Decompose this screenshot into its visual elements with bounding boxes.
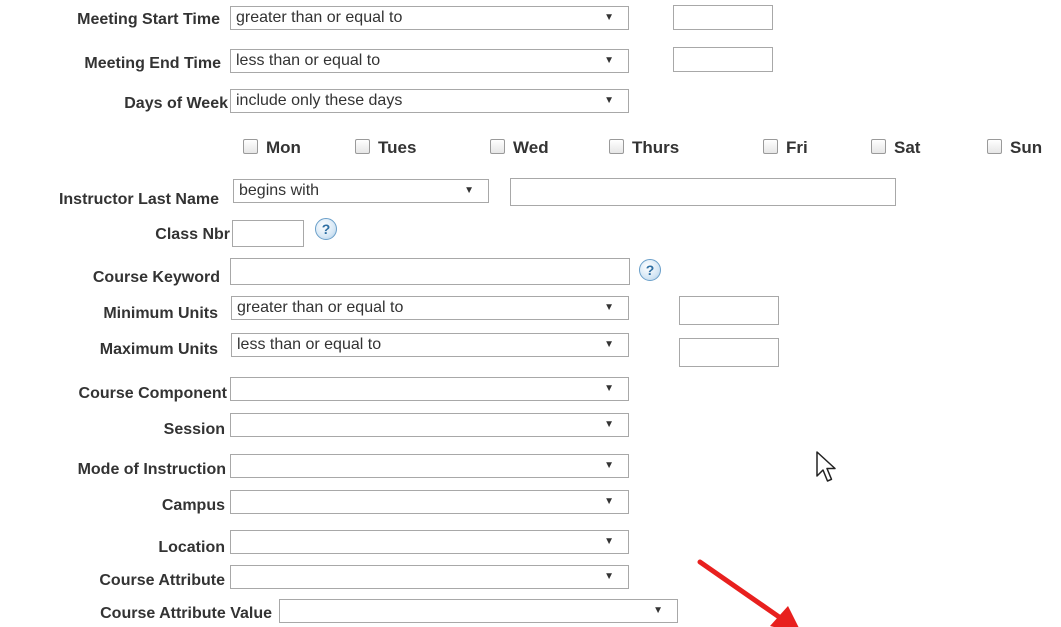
day-label-mon: Mon <box>266 138 301 157</box>
day-label-sun: Sun <box>1010 138 1043 157</box>
day-checkbox-fri[interactable]: Fri <box>763 137 808 159</box>
instructor-last-name-operator-value: begins with <box>239 182 320 199</box>
session-select[interactable]: ▼ <box>230 413 629 437</box>
day-label-tues: Tues <box>378 138 417 157</box>
course-attribute-value-select[interactable]: ▼ <box>279 599 678 623</box>
meeting-start-time-operator-select[interactable]: greater than or equal to ▼ <box>230 6 629 30</box>
dropdown-arrow-icon: ▼ <box>604 55 614 66</box>
day-label-fri: Fri <box>786 138 808 157</box>
meeting-end-time-operator-value: less than or equal to <box>236 52 381 69</box>
class-search-criteria-form: Meeting Start Time greater than or equal… <box>0 0 1061 627</box>
meeting-end-time-operator-select[interactable]: less than or equal to ▼ <box>230 49 629 73</box>
days-of-week-label: Days of Week <box>124 95 228 112</box>
dropdown-arrow-icon: ▼ <box>653 605 663 616</box>
dropdown-arrow-icon: ▼ <box>604 12 614 23</box>
course-keyword-label: Course Keyword <box>92 269 220 286</box>
meeting-end-time-label: Meeting End Time <box>84 55 221 72</box>
checkbox-icon[interactable] <box>763 138 778 154</box>
location-select[interactable]: ▼ <box>230 530 629 554</box>
course-attribute-label: Course Attribute <box>99 572 225 589</box>
checkbox-icon[interactable] <box>871 138 886 154</box>
help-question-icon[interactable]: ? <box>639 259 661 281</box>
dropdown-arrow-icon: ▼ <box>604 460 614 471</box>
checkbox-icon[interactable] <box>243 138 258 154</box>
maximum-units-operator-select[interactable]: less than or equal to ▼ <box>231 333 629 357</box>
course-keyword-input[interactable] <box>230 258 630 285</box>
class-nbr-input[interactable] <box>232 220 304 247</box>
day-label-sat: Sat <box>894 138 921 157</box>
minimum-units-input[interactable] <box>679 296 779 325</box>
course-component-select[interactable]: ▼ <box>230 377 629 401</box>
day-checkbox-sat[interactable]: Sat <box>871 137 920 159</box>
mouse-pointer-icon <box>816 451 836 482</box>
day-label-wed: Wed <box>513 138 549 157</box>
meeting-start-time-label: Meeting Start Time <box>77 11 220 28</box>
dropdown-arrow-icon: ▼ <box>604 496 614 507</box>
help-question-icon[interactable]: ? <box>315 218 337 240</box>
dropdown-arrow-icon: ▼ <box>464 185 474 196</box>
course-component-label: Course Component <box>78 385 227 402</box>
dropdown-arrow-icon: ▼ <box>604 95 614 106</box>
class-nbr-label: Class Nbr <box>155 226 230 243</box>
day-checkbox-wed[interactable]: Wed <box>490 137 549 159</box>
mode-of-instruction-label: Mode of Instruction <box>77 461 226 478</box>
session-label: Session <box>163 421 225 438</box>
dropdown-arrow-icon: ▼ <box>604 419 614 430</box>
days-of-week-operator-value: include only these days <box>236 92 403 109</box>
minimum-units-operator-select[interactable]: greater than or equal to ▼ <box>231 296 629 320</box>
dropdown-arrow-icon: ▼ <box>604 571 614 582</box>
meeting-start-time-input[interactable] <box>673 5 773 30</box>
red-arrow-icon <box>697 559 799 627</box>
checkbox-icon[interactable] <box>490 138 505 154</box>
campus-label: Campus <box>161 497 225 514</box>
day-checkbox-mon[interactable]: Mon <box>243 137 301 159</box>
minimum-units-label: Minimum Units <box>103 305 218 322</box>
mode-of-instruction-select[interactable]: ▼ <box>230 454 629 478</box>
location-label: Location <box>158 539 225 556</box>
day-checkbox-thurs[interactable]: Thurs <box>609 137 679 159</box>
day-label-thurs: Thurs <box>632 138 680 157</box>
instructor-last-name-label: Instructor Last Name <box>58 191 219 208</box>
maximum-units-operator-value: less than or equal to <box>237 336 382 353</box>
meeting-start-time-operator-value: greater than or equal to <box>236 9 403 26</box>
day-checkbox-tues[interactable]: Tues <box>355 137 416 159</box>
days-of-week-operator-select[interactable]: include only these days ▼ <box>230 89 629 113</box>
checkbox-icon[interactable] <box>355 138 370 154</box>
dropdown-arrow-icon: ▼ <box>604 302 614 313</box>
day-checkbox-sun[interactable]: Sun <box>987 137 1042 159</box>
course-attribute-select[interactable]: ▼ <box>230 565 629 589</box>
instructor-last-name-operator-select[interactable]: begins with ▼ <box>233 179 489 203</box>
course-attribute-value-label: Course Attribute Value <box>100 605 272 622</box>
campus-select[interactable]: ▼ <box>230 490 629 514</box>
dropdown-arrow-icon: ▼ <box>604 383 614 394</box>
meeting-end-time-input[interactable] <box>673 47 773 72</box>
checkbox-icon[interactable] <box>987 138 1002 154</box>
maximum-units-input[interactable] <box>679 338 779 367</box>
instructor-last-name-input[interactable] <box>510 178 896 206</box>
checkbox-icon[interactable] <box>609 138 624 154</box>
minimum-units-operator-value: greater than or equal to <box>237 299 404 316</box>
dropdown-arrow-icon: ▼ <box>604 536 614 547</box>
maximum-units-label: Maximum Units <box>99 341 218 358</box>
dropdown-arrow-icon: ▼ <box>604 339 614 350</box>
